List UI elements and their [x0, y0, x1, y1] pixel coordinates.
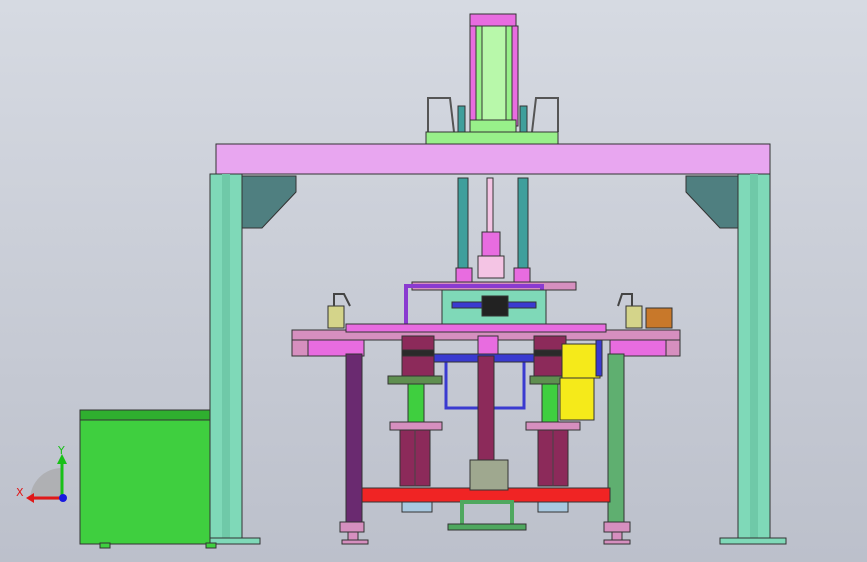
center-top-block — [477, 335, 499, 355]
left-spindle — [407, 383, 425, 425]
right-post-inner-line — [750, 174, 758, 540]
cabinet-body — [79, 419, 211, 545]
y-axis-label: Y — [57, 444, 65, 457]
bottom-pad-left — [401, 501, 433, 513]
cylinder-tie-rod-right — [511, 25, 519, 127]
sensor-left — [327, 305, 345, 329]
press-rod-right — [517, 177, 529, 273]
ram-coupler — [481, 231, 501, 257]
right-actuator-cap — [525, 421, 581, 431]
yellow-motor-head — [561, 343, 601, 379]
leg-left-leveler — [347, 531, 359, 541]
leg-right-pad — [603, 539, 631, 545]
z-axis-dot — [59, 494, 67, 502]
cylinder-mount-plate — [425, 131, 559, 145]
right-gear-stack-stripe — [533, 349, 567, 357]
cylinder-top-cap — [469, 13, 517, 27]
rod-collar-left — [455, 267, 473, 283]
right-post-foot — [719, 537, 787, 545]
table-block-left — [291, 339, 311, 357]
cabinet-foot-right — [205, 542, 217, 549]
cylinder-tie-rod-left — [469, 25, 477, 127]
bottom-pad-right — [537, 501, 569, 513]
electrical-cabinet — [79, 409, 217, 549]
guide-rod-right — [519, 105, 528, 135]
wood-stack — [645, 307, 673, 329]
x-axis-label: X — [16, 486, 24, 499]
top-crossbeam — [215, 143, 771, 175]
leg-right-foot — [603, 521, 631, 533]
leg-left-purple — [345, 353, 363, 525]
right-spindle — [541, 383, 559, 425]
piston-rod — [486, 177, 494, 235]
left-actuator-cap — [389, 421, 443, 431]
left-post-inner-line — [222, 174, 230, 540]
leg-right-leveler — [611, 531, 623, 541]
cabinet-foot-left — [99, 542, 111, 549]
cylinder-bottom-cap — [469, 119, 517, 133]
die-clamp — [481, 295, 509, 317]
table-top-strip — [345, 323, 607, 333]
ram-head — [477, 255, 505, 279]
base-stand-foot — [447, 523, 527, 531]
left-spindle-plate — [387, 375, 443, 385]
guide-rod-left — [457, 105, 466, 135]
sensor-right — [625, 305, 643, 329]
leg-left-pad — [341, 539, 369, 545]
rod-collar-right — [513, 267, 531, 283]
yellow-motor-body — [559, 377, 595, 421]
cylinder-barrel — [481, 25, 507, 125]
left-gear-stack-stripe — [401, 349, 435, 357]
leg-left-foot — [339, 521, 365, 533]
base-bracket-box — [469, 459, 509, 491]
press-rod-left — [457, 177, 469, 273]
motor-plate — [595, 339, 603, 377]
cad-viewport[interactable]: Y X — [0, 0, 867, 562]
